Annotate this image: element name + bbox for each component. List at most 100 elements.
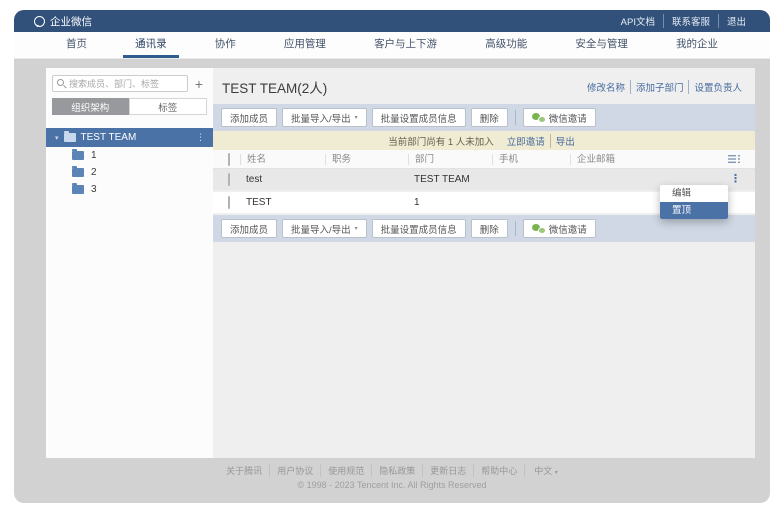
tree-more-icon[interactable]: ⋮ xyxy=(196,132,205,143)
folder-icon xyxy=(72,185,84,194)
batch-import-export-label: 批量导入/导出 xyxy=(291,222,351,236)
batch-set-info-button[interactable]: 批量设置成员信息 xyxy=(372,108,466,127)
row-checkbox-cell xyxy=(213,174,240,185)
col-title: 职务 xyxy=(325,154,408,165)
page-footer: 关于腾讯 用户协议 使用规范 隐私政策 更新日志 帮助中心 中文 ▾ © 199… xyxy=(14,464,770,490)
menu-item-pin-top[interactable]: 置顶 xyxy=(660,202,728,219)
copyright-text: © 1998 - 2023 Tencent Inc. All Rights Re… xyxy=(14,480,770,490)
language-selector[interactable]: 中文 ▾ xyxy=(524,464,565,477)
select-all-cell xyxy=(213,154,240,165)
brand: 企业微信 xyxy=(34,14,92,29)
chevron-down-icon[interactable]: ▾ xyxy=(55,134,59,142)
tab-org-structure[interactable]: 组织架构 xyxy=(52,98,129,115)
invite-now-link[interactable]: 立即邀请 xyxy=(502,134,550,148)
toolbar-divider xyxy=(515,110,516,125)
search-icon xyxy=(57,79,66,88)
wechat-invite-button[interactable]: 微信邀请 xyxy=(523,219,596,238)
tab-labels[interactable]: 标签 xyxy=(129,98,208,115)
tree-child-label: 1 xyxy=(91,150,97,161)
table-header: 姓名 职务 部门 手机 企业邮箱 xyxy=(213,150,755,169)
footer-links: 关于腾讯 用户协议 使用规范 隐私政策 更新日志 帮助中心 中文 ▾ xyxy=(219,464,565,477)
brand-name: 企业微信 xyxy=(50,14,92,29)
sidebar: + 组织架构 标签 ▾ TEST TEAM ⋮ 1 2 3 xyxy=(46,68,213,458)
usage-rules-link[interactable]: 使用规范 xyxy=(320,464,371,477)
export-link[interactable]: 导出 xyxy=(550,134,580,148)
search-input[interactable] xyxy=(69,79,183,89)
member-department: 1 xyxy=(408,197,492,208)
help-center-link[interactable]: 帮助中心 xyxy=(473,464,524,477)
folder-icon xyxy=(72,151,84,160)
column-settings-icon[interactable] xyxy=(728,154,741,164)
tree-item-root[interactable]: ▾ TEST TEAM ⋮ xyxy=(46,128,213,147)
language-label: 中文 xyxy=(534,466,552,476)
wecom-logo-icon xyxy=(34,16,45,27)
tab-app-management[interactable]: 应用管理 xyxy=(272,32,338,58)
title-row: TEST TEAM(2人) 修改名称 添加子部门 设置负责人 xyxy=(213,68,755,104)
batch-import-export-button[interactable]: 批量导入/导出 ▾ xyxy=(282,108,367,127)
changelog-link[interactable]: 更新日志 xyxy=(422,464,473,477)
add-sub-department-link[interactable]: 添加子部门 xyxy=(630,80,689,94)
topbar-links: API文档 联系客服 退出 xyxy=(613,14,754,28)
col-name: 姓名 xyxy=(240,154,325,165)
wechat-invite-button[interactable]: 微信邀请 xyxy=(523,108,596,127)
batch-import-export-button[interactable]: 批量导入/导出 ▾ xyxy=(282,219,367,238)
tab-contacts[interactable]: 通讯录 xyxy=(123,32,179,58)
org-tree: ▾ TEST TEAM ⋮ 1 2 3 xyxy=(46,128,213,198)
folder-icon xyxy=(64,133,76,142)
rename-link[interactable]: 修改名称 xyxy=(582,80,630,94)
add-department-button[interactable]: + xyxy=(191,76,207,92)
title-links: 修改名称 添加子部门 设置负责人 xyxy=(582,80,747,94)
member-department: TEST TEAM xyxy=(408,174,492,185)
search-box[interactable] xyxy=(52,75,188,92)
about-tencent-link[interactable]: 关于腾讯 xyxy=(219,464,269,477)
wechat-invite-label: 微信邀请 xyxy=(549,222,587,236)
toolbar-bottom: 添加成员 批量导入/导出 ▾ 批量设置成员信息 删除 微信邀请 xyxy=(213,215,755,242)
col-phone: 手机 xyxy=(492,154,570,165)
pending-join-notice: 当前部门尚有 1 人未加入 立即邀请 导出 xyxy=(213,131,755,150)
row-context-menu: 编辑 置顶 xyxy=(660,185,728,219)
wechat-icon xyxy=(532,224,545,234)
member-name: TEST xyxy=(240,197,325,208)
contact-support-link[interactable]: 联系客服 xyxy=(663,14,718,28)
privacy-policy-link[interactable]: 隐私政策 xyxy=(371,464,422,477)
delete-button[interactable]: 删除 xyxy=(471,219,508,238)
row-checkbox-cell xyxy=(213,197,240,208)
add-member-button[interactable]: 添加成员 xyxy=(221,219,277,238)
batch-set-info-button[interactable]: 批量设置成员信息 xyxy=(372,219,466,238)
batch-import-export-label: 批量导入/导出 xyxy=(291,111,351,125)
row-checkbox[interactable] xyxy=(228,173,230,186)
main-content: TEST TEAM(2人) 修改名称 添加子部门 设置负责人 添加成员 批量导入… xyxy=(213,68,755,458)
toolbar-divider xyxy=(515,221,516,236)
top-bar: 企业微信 API文档 联系客服 退出 xyxy=(14,10,770,32)
row-more-icon[interactable]: ⋮ xyxy=(730,173,741,185)
tab-collaboration[interactable]: 协作 xyxy=(203,32,248,58)
select-all-checkbox[interactable] xyxy=(228,153,230,166)
menu-item-edit[interactable]: 编辑 xyxy=(660,185,728,202)
tree-item-2[interactable]: 2 xyxy=(46,164,213,181)
user-agreement-link[interactable]: 用户协议 xyxy=(269,464,320,477)
notice-text: 当前部门尚有 1 人未加入 xyxy=(388,134,494,148)
wechat-icon xyxy=(532,113,545,123)
tab-advanced[interactable]: 高级功能 xyxy=(473,32,539,58)
chevron-down-icon: ▾ xyxy=(355,225,358,232)
delete-button[interactable]: 删除 xyxy=(471,108,508,127)
tab-security[interactable]: 安全与管理 xyxy=(563,32,640,58)
api-docs-link[interactable]: API文档 xyxy=(613,14,663,28)
folder-icon xyxy=(72,168,84,177)
tab-customers[interactable]: 客户与上下游 xyxy=(362,32,449,58)
row-checkbox[interactable] xyxy=(228,196,230,209)
tab-home[interactable]: 首页 xyxy=(54,32,99,58)
chevron-down-icon: ▾ xyxy=(355,114,358,121)
chevron-down-icon: ▾ xyxy=(555,470,558,476)
toolbar-top: 添加成员 批量导入/导出 ▾ 批量设置成员信息 删除 微信邀请 xyxy=(213,104,755,131)
tree-child-label: 3 xyxy=(91,184,97,195)
tree-item-1[interactable]: 1 xyxy=(46,147,213,164)
tree-root-label: TEST TEAM xyxy=(81,132,191,143)
set-manager-link[interactable]: 设置负责人 xyxy=(688,80,747,94)
add-member-button[interactable]: 添加成员 xyxy=(221,108,277,127)
main-nav: 首页 通讯录 协作 应用管理 客户与上下游 高级功能 安全与管理 我的企业 xyxy=(14,32,770,59)
tab-my-company[interactable]: 我的企业 xyxy=(664,32,730,58)
col-department: 部门 xyxy=(408,154,492,165)
logout-link[interactable]: 退出 xyxy=(718,14,754,28)
tree-item-3[interactable]: 3 xyxy=(46,181,213,198)
